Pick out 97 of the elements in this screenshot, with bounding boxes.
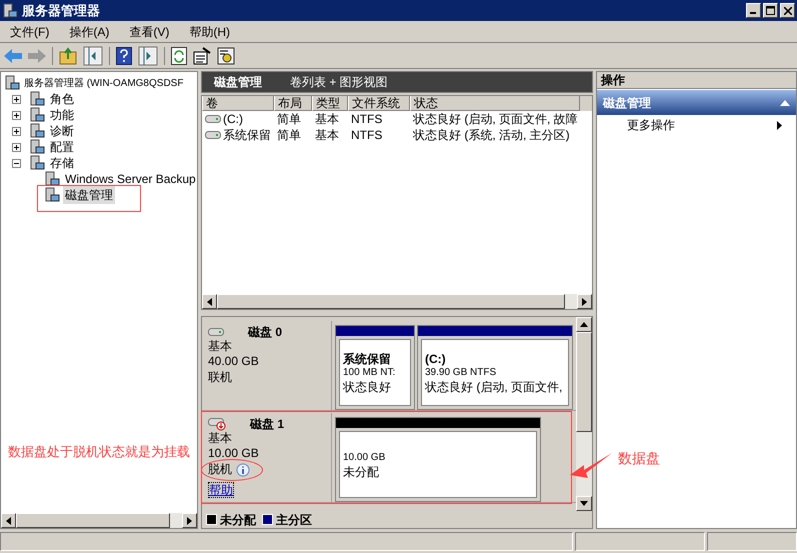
collapse-icon[interactable] (12, 158, 21, 168)
annotation-ellipse (201, 459, 263, 481)
close-icon[interactable] (784, 6, 792, 14)
annotation-label: 数据盘 (618, 449, 660, 468)
partition-name: 系统保留 (343, 352, 392, 366)
scroll-right-icon[interactable] (582, 298, 587, 306)
disk-name: 磁盘 1 (250, 416, 284, 433)
pane-toggle-icon[interactable] (83, 46, 103, 66)
legend-label: 未分配 (220, 512, 256, 528)
server-icon (29, 139, 45, 155)
horizontal-scrollbar[interactable] (202, 294, 592, 309)
annotation-arrow (570, 452, 612, 478)
scroll-left-icon[interactable] (6, 516, 11, 524)
scroll-up-icon[interactable] (580, 322, 588, 327)
legend-label: 主分区 (276, 512, 312, 528)
drive-icon (205, 130, 221, 140)
help-link[interactable]: 帮助 (208, 482, 234, 498)
section-title: 磁盘管理 (603, 94, 651, 112)
tree-item[interactable]: 功能 (48, 106, 76, 124)
table-cell-text: 状态良好 (系统, 活动, 主分区) (413, 127, 570, 144)
maximize-button[interactable] (763, 3, 778, 18)
table-cell-text: (C:) (223, 111, 243, 128)
menu-item[interactable]: 帮助(H) (189, 22, 230, 40)
maximize-icon[interactable] (766, 6, 775, 15)
column-header[interactable]: 卷 (202, 96, 274, 111)
actions-header: 操作 (597, 72, 796, 89)
expand-icon[interactable] (12, 142, 21, 152)
pane-title: 磁盘管理 (214, 74, 262, 91)
table-cell-text: 简单 (277, 111, 301, 128)
pane-toggle-icon[interactable] (138, 46, 158, 66)
expand-icon[interactable] (12, 94, 21, 104)
tree-item[interactable]: 诊断 (48, 122, 76, 140)
tree-item[interactable]: 存储 (48, 154, 76, 172)
partition-size: 10.00 GB (343, 450, 386, 464)
view-label: 卷列表 + 图形视图 (290, 74, 388, 91)
partition[interactable]: 10.00 GB 未分配 (335, 417, 541, 502)
action-item[interactable]: 更多操作 (627, 116, 675, 134)
help-icon[interactable] (116, 46, 132, 64)
tree-item[interactable]: 角色 (48, 90, 76, 108)
table-cell-text: 简单 (277, 127, 301, 144)
column-header[interactable]: 状态 (410, 96, 580, 111)
actions-section[interactable]: 磁盘管理 (597, 90, 796, 115)
disk-size: 40.00 GB (208, 354, 260, 369)
partition[interactable]: (C:) 39.90 GB NTFS 状态良好 (启动, 页面文件, (417, 325, 573, 410)
server-icon (29, 91, 45, 107)
disk-status: 脱机 (208, 461, 232, 478)
expand-icon[interactable] (12, 126, 21, 136)
partition-name: (C:) (425, 352, 447, 366)
table-cell-text: 基本 (315, 111, 339, 128)
table-cell-text: NTFS (351, 111, 382, 128)
tree-item[interactable]: 配置 (48, 138, 76, 156)
tree-item[interactable]: 磁盘管理 (63, 186, 115, 204)
refresh-icon[interactable] (171, 46, 187, 64)
column-header[interactable]: 类型 (312, 96, 348, 111)
minimize-button[interactable] (746, 3, 761, 18)
settings-icon[interactable] (217, 46, 235, 64)
submenu-arrow-icon (777, 120, 782, 130)
disk-status: 联机 (208, 369, 232, 386)
menu-item[interactable]: 查看(V) (129, 22, 170, 40)
window-title: 服务器管理器 (22, 2, 100, 20)
disk-type: 基本 (208, 339, 233, 354)
tree-item[interactable]: Windows Server Backup (63, 170, 197, 188)
partition-status: 状态良好 (启动, 页面文件, (425, 380, 564, 394)
vertical-scrollbar[interactable] (576, 317, 592, 511)
column-header[interactable]: 布局 (274, 96, 312, 111)
tree-item[interactable]: 服务器管理器 (WIN-OAMG8QSDSF (24, 76, 184, 90)
partition-status: 未分配 (343, 464, 380, 478)
server-icon (29, 107, 45, 123)
server-icon (29, 123, 45, 139)
scroll-left-icon[interactable] (207, 298, 212, 306)
server-icon (4, 75, 20, 91)
column-header[interactable]: 文件系统 (348, 96, 410, 111)
horizontal-scrollbar[interactable] (1, 513, 197, 528)
partition[interactable]: 系统保留 100 MB NT: 状态良好 (335, 325, 415, 410)
partition-status: 状态良好 (343, 380, 392, 394)
disk-size: 10.00 GB (208, 446, 260, 461)
server-icon (2, 2, 18, 18)
table-cell-text: 状态良好 (启动, 页面文件, 故障 (413, 111, 578, 128)
menu-item[interactable]: 操作(A) (69, 22, 110, 40)
table-cell-text: 系统保留 (223, 127, 271, 144)
properties-icon[interactable] (193, 46, 211, 64)
expand-icon[interactable] (12, 110, 21, 120)
close-button[interactable] (780, 3, 795, 18)
partition-size: 39.90 GB NTFS (425, 366, 498, 380)
scroll-right-icon[interactable] (187, 516, 192, 524)
table-cell-text: NTFS (351, 127, 382, 144)
table-cell-text: 基本 (315, 127, 339, 144)
scroll-down-icon[interactable] (580, 501, 588, 506)
folder-up-icon[interactable] (59, 46, 77, 64)
partition-size: 100 MB NT: (343, 366, 396, 380)
menu-item[interactable]: 文件(F) (10, 22, 50, 40)
annotation-note: 数据盘处于脱机状态就是为挂载 (8, 443, 190, 461)
disk-type: 基本 (208, 431, 233, 446)
disk-name: 磁盘 0 (248, 324, 282, 341)
info-icon[interactable] (236, 462, 250, 476)
server-icon (29, 155, 45, 171)
drive-icon (205, 114, 221, 124)
